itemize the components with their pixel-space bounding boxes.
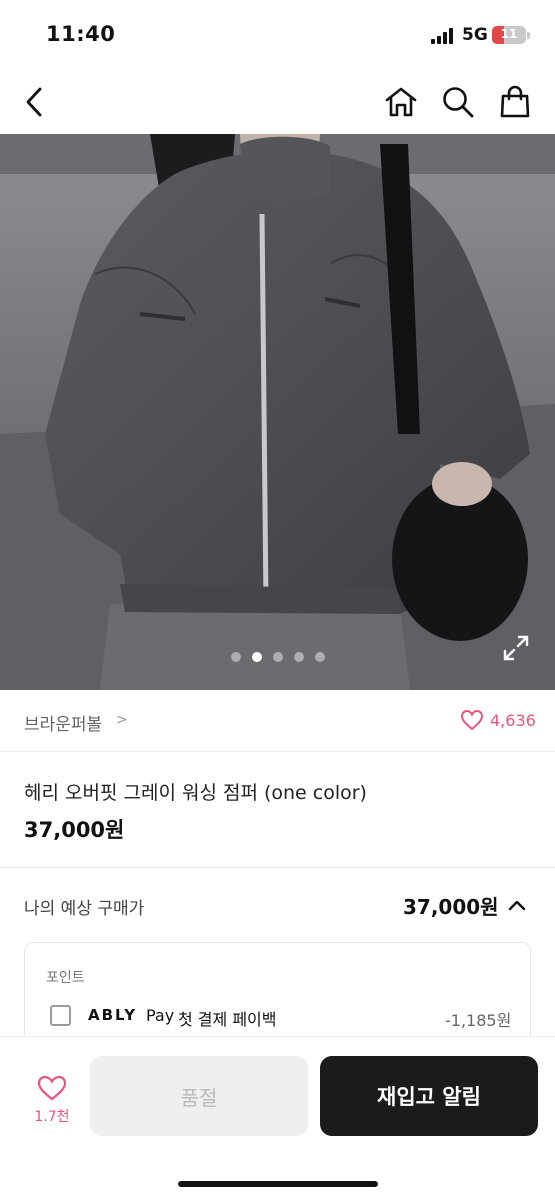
- like-count: 4,636: [490, 710, 536, 730]
- chevron-up-icon: [508, 900, 526, 911]
- brand-row: 브라운퍼볼 > 4,636: [0, 690, 555, 752]
- page-dot[interactable]: [293, 652, 304, 662]
- home-button[interactable]: [381, 82, 421, 122]
- brand-link[interactable]: 브라운퍼볼: [24, 710, 102, 735]
- soldout-button[interactable]: 품절: [90, 1056, 308, 1136]
- cart-bag-icon: [500, 85, 530, 118]
- signal-icon: [431, 28, 455, 44]
- points-label: 포인트: [46, 970, 85, 986]
- home-icon: [385, 87, 417, 117]
- back-button[interactable]: [14, 82, 54, 122]
- payback-amount: -1,185원: [445, 1011, 512, 1030]
- network-type: 5G: [462, 25, 488, 45]
- page-dot[interactable]: [272, 652, 283, 662]
- restock-alert-button[interactable]: 재입고 알림: [320, 1056, 538, 1136]
- bottom-action-bar: 1.7천 품절 재입고 알림: [0, 1036, 555, 1200]
- chevron-right-icon: >: [116, 712, 128, 728]
- expected-price-toggle[interactable]: [506, 894, 528, 916]
- expand-icon: [503, 635, 529, 661]
- payback-description: 첫 결제 페이백: [178, 1010, 277, 1029]
- product-price: 37,000원: [24, 818, 125, 842]
- divider: [0, 867, 555, 868]
- product-title: 헤리 오버핏 그레이 워싱 점퍼 (one color): [24, 782, 367, 804]
- battery-icon: 11: [492, 26, 526, 44]
- status-time: 11:40: [46, 22, 116, 46]
- page-dot-active[interactable]: [251, 652, 262, 662]
- expand-image-button[interactable]: [502, 634, 530, 662]
- ably-pay-label: Pay: [146, 1006, 175, 1025]
- top-nav: [0, 70, 555, 134]
- battery-tip: [527, 32, 530, 39]
- heart-icon: [37, 1075, 67, 1101]
- cart-button[interactable]: [495, 82, 535, 122]
- search-button[interactable]: [438, 82, 478, 122]
- expected-price-value: 37,000원: [403, 895, 499, 919]
- battery-level: 11: [500, 27, 518, 41]
- ably-pay-checkbox[interactable]: [50, 1005, 71, 1026]
- home-indicator: [178, 1181, 378, 1187]
- page-dot[interactable]: [230, 652, 241, 662]
- search-icon: [443, 87, 474, 118]
- status-bar: 11:40 5G 11: [0, 0, 555, 70]
- carousel-pagination: [0, 652, 555, 662]
- ably-logo: ABLY: [88, 1006, 138, 1024]
- wishlist-button[interactable]: 1.7천: [30, 1074, 74, 1130]
- expected-price-label: 나의 예상 구매가: [24, 899, 145, 919]
- wish-count: 1.7천: [34, 1109, 70, 1125]
- product-image-carousel[interactable]: [0, 134, 555, 690]
- product-photo: [0, 134, 555, 690]
- like-button[interactable]: 4,636: [460, 709, 536, 731]
- page-dot[interactable]: [314, 652, 325, 662]
- back-icon: [26, 87, 42, 117]
- heart-icon: [460, 709, 484, 731]
